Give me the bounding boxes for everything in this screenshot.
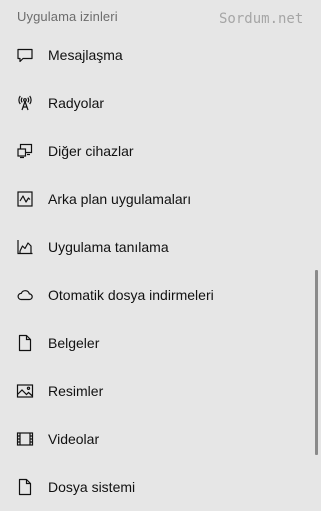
nav-item-radios[interactable]: Radyolar	[0, 79, 314, 127]
radio-antenna-icon	[16, 94, 34, 112]
nav-item-label: Resimler	[48, 383, 104, 399]
nav-item-videos[interactable]: Videolar	[0, 415, 314, 463]
nav-item-label: Otomatik dosya indirmeleri	[48, 287, 214, 303]
section-title: Uygulama izinleri	[17, 9, 118, 24]
file-system-icon	[16, 478, 34, 496]
scrollbar[interactable]	[315, 270, 318, 455]
watermark: Sordum.net	[219, 11, 304, 27]
background-apps-icon	[16, 190, 34, 208]
nav-item-label: Dosya sistemi	[48, 479, 136, 495]
nav-item-label: Radyolar	[48, 95, 105, 111]
nav-item-messaging[interactable]: Mesajlaşma	[0, 31, 314, 79]
nav-item-label: Belgeler	[48, 335, 100, 351]
nav-item-label: Arka plan uygulamaları	[48, 191, 192, 207]
app-permissions-list: Mesajlaşma Radyolar Diğer cihazlar Arka …	[0, 31, 314, 511]
nav-item-label: Mesajlaşma	[48, 47, 123, 63]
picture-icon	[16, 382, 34, 400]
video-icon	[16, 430, 34, 448]
nav-item-label: Videolar	[48, 431, 100, 447]
nav-item-automatic-file-downloads[interactable]: Otomatik dosya indirmeleri	[0, 271, 314, 319]
diagnostics-chart-icon	[16, 238, 34, 256]
cloud-icon	[16, 286, 34, 304]
document-icon	[16, 334, 34, 352]
message-icon	[16, 46, 34, 64]
nav-item-pictures[interactable]: Resimler	[0, 367, 314, 415]
nav-item-documents[interactable]: Belgeler	[0, 319, 314, 367]
devices-icon	[16, 142, 34, 160]
nav-item-app-diagnostics[interactable]: Uygulama tanılama	[0, 223, 314, 271]
nav-item-background-apps[interactable]: Arka plan uygulamaları	[0, 175, 314, 223]
nav-item-other-devices[interactable]: Diğer cihazlar	[0, 127, 314, 175]
nav-item-label: Uygulama tanılama	[48, 239, 169, 255]
nav-item-file-system[interactable]: Dosya sistemi	[0, 463, 314, 511]
nav-item-label: Diğer cihazlar	[48, 143, 134, 159]
